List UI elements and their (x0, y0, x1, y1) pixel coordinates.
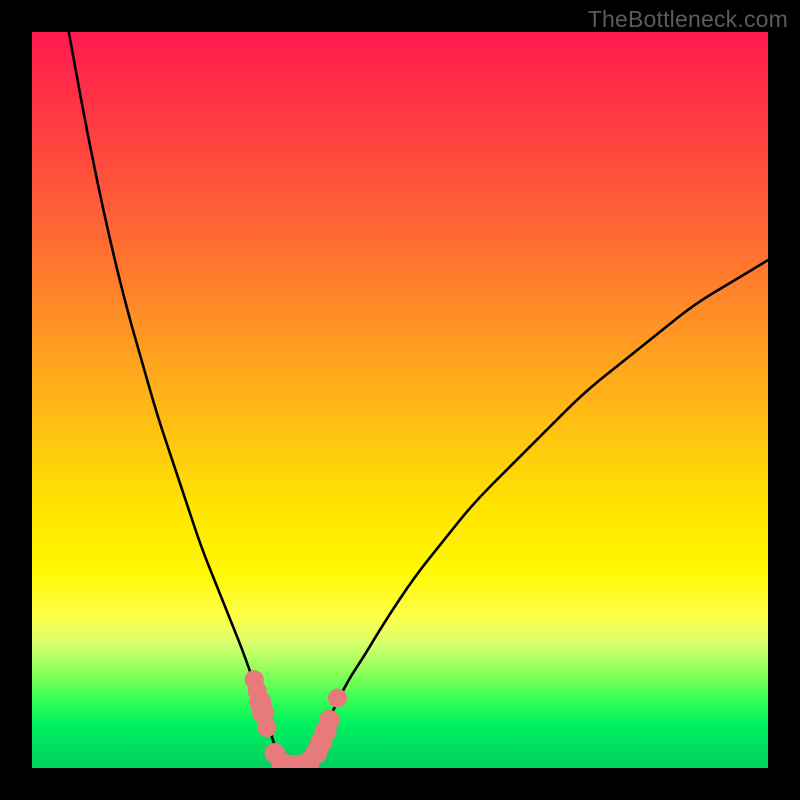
plot-area (32, 32, 768, 768)
chart-svg (32, 32, 768, 768)
right-curve (304, 260, 768, 768)
data-marker (319, 710, 340, 731)
chart-frame: TheBottleneck.com (0, 0, 800, 800)
watermark-text: TheBottleneck.com (588, 6, 788, 33)
data-marker (257, 718, 276, 737)
left-curve (69, 32, 282, 768)
data-marker (328, 689, 347, 708)
data-markers (245, 670, 347, 768)
